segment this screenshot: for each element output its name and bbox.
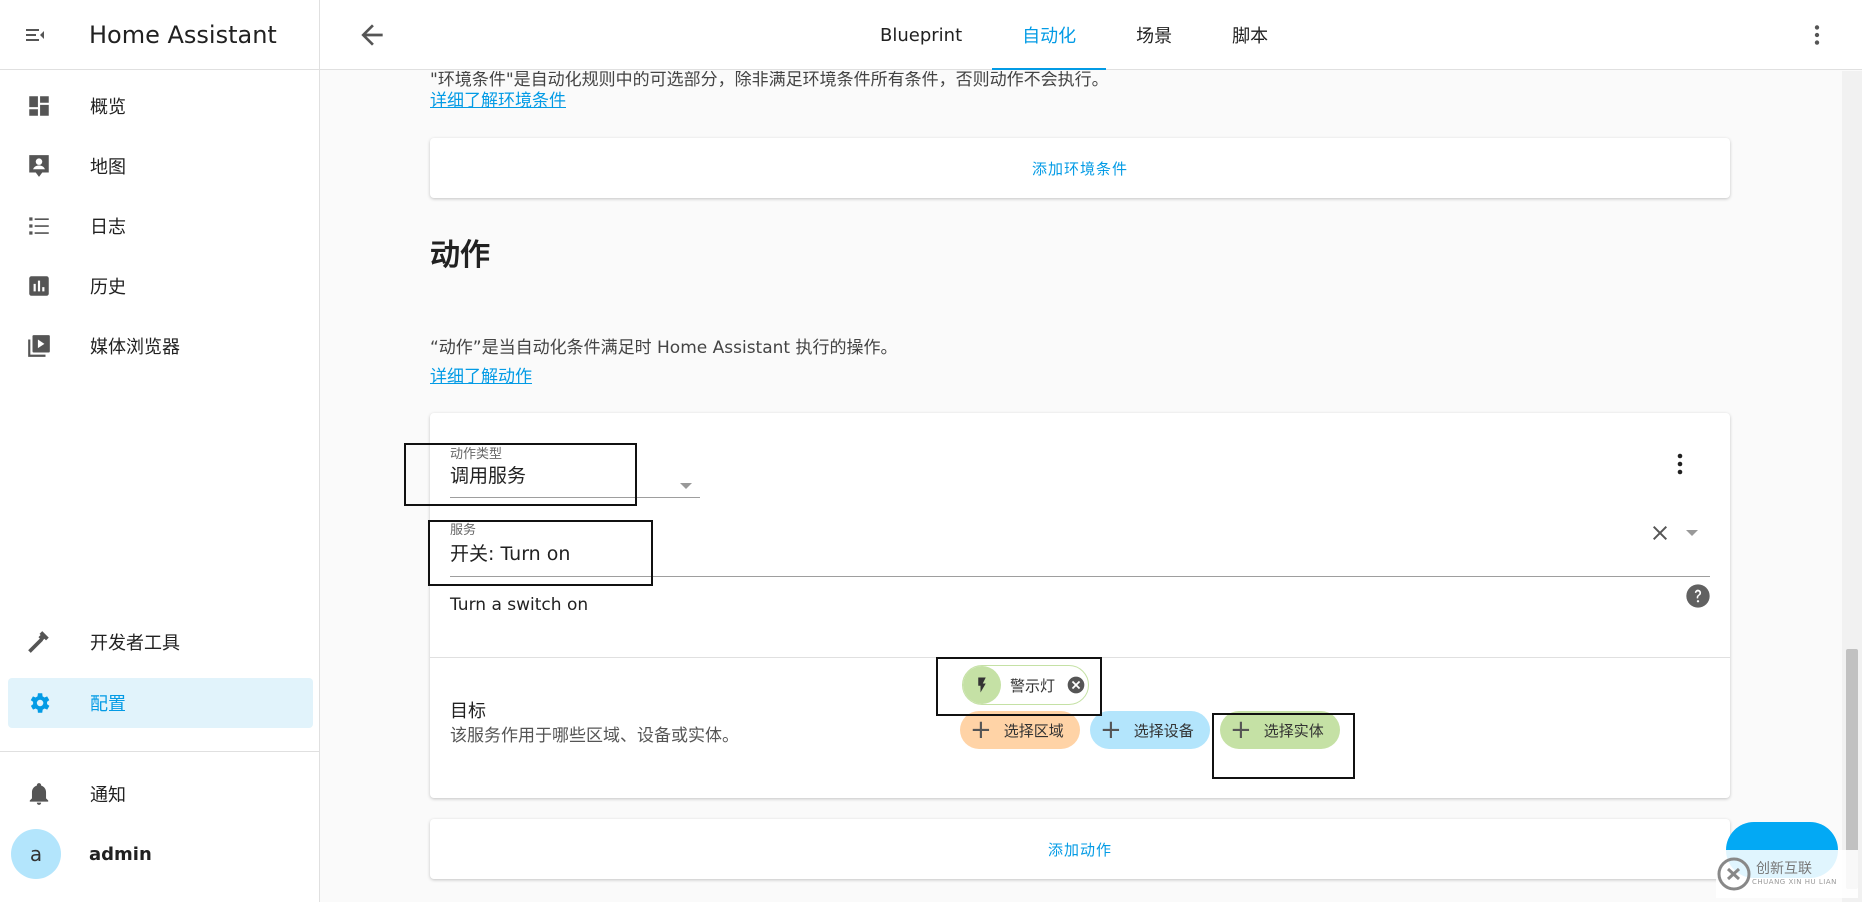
- app-title: Home Assistant: [89, 20, 277, 49]
- sidebar-header: Home Assistant: [0, 0, 319, 70]
- menu-toggle-button[interactable]: [0, 0, 70, 70]
- tab-script[interactable]: 脚本: [1202, 0, 1298, 70]
- sidebar-item-label: 日志: [90, 217, 126, 238]
- actions-section-title: 动作: [430, 238, 490, 273]
- conditions-learn-more-link[interactable]: 详细了解环境条件: [430, 86, 566, 111]
- dashboard-icon: [8, 93, 62, 119]
- sidebar-user[interactable]: a admin: [8, 829, 313, 879]
- pick-area-button[interactable]: + 选择区域: [960, 711, 1080, 749]
- sidebar-item-label: 概览: [90, 97, 126, 118]
- pick-device-button[interactable]: + 选择设备: [1090, 711, 1210, 749]
- help-button[interactable]: [1684, 582, 1712, 610]
- arrow-left-icon: [361, 24, 383, 46]
- bell-icon: [8, 781, 62, 807]
- highlight-box-selected-entity: [936, 657, 1102, 716]
- sidebar-item-label: 配置: [90, 694, 126, 715]
- close-icon: [1653, 526, 1667, 540]
- tab-automation[interactable]: 自动化: [992, 0, 1107, 70]
- sidebar-item-developer-tools[interactable]: 开发者工具: [8, 617, 313, 667]
- tab-blueprint[interactable]: Blueprint: [850, 0, 992, 70]
- highlight-box-pick-entity: [1212, 713, 1355, 779]
- service-description: Turn a switch on: [450, 595, 589, 615]
- sidebar-item-label: 历史: [90, 277, 126, 298]
- format-list-icon: [8, 213, 62, 239]
- config-tabs: Blueprint 自动化 场景 脚本: [850, 0, 1298, 70]
- sidebar-item-notifications[interactable]: 通知: [8, 769, 313, 819]
- overflow-menu-button[interactable]: [1804, 22, 1830, 48]
- sidebar-item-overview[interactable]: 概览: [8, 81, 313, 131]
- chart-box-icon: [8, 273, 62, 299]
- sidebar: Home Assistant 概览 地图 日志 历史 媒体浏览器 开发者工具 配…: [0, 0, 320, 902]
- automation-editor: "环境条件"是自动化规则中的可选部分，除非满足环境条件所有条件，否则动作不会执行…: [320, 71, 1842, 902]
- sidebar-item-logbook[interactable]: 日志: [8, 201, 313, 251]
- highlight-box-service: [428, 520, 653, 586]
- help-circle-icon: [1686, 584, 1710, 608]
- sidebar-item-label: 开发者工具: [90, 633, 180, 654]
- action-menu-button[interactable]: [1670, 451, 1690, 477]
- add-condition-button[interactable]: 添加环境条件: [430, 138, 1730, 198]
- pick-device-label: 选择设备: [1133, 721, 1194, 740]
- add-action-button[interactable]: 添加动作: [430, 819, 1730, 879]
- watermark-logo-icon: [1717, 857, 1751, 891]
- map-account-icon: [8, 153, 62, 179]
- sidebar-divider: [0, 751, 320, 752]
- play-box-multiple-icon: [8, 333, 62, 359]
- plus-icon: +: [1100, 715, 1122, 745]
- sidebar-item-map[interactable]: 地图: [8, 141, 313, 191]
- sidebar-item-label: 媒体浏览器: [90, 337, 180, 358]
- watermark: 创新互联 CHUANG XIN HU LIAN: [1716, 850, 1858, 898]
- sidebar-item-label: 通知: [90, 785, 126, 806]
- watermark-subtext: CHUANG XIN HU LIAN: [1752, 877, 1837, 886]
- target-title: 目标: [450, 701, 486, 722]
- action-type-dropdown-icon[interactable]: [680, 483, 692, 489]
- tab-scene[interactable]: 场景: [1106, 0, 1202, 70]
- hammer-icon: [8, 629, 62, 655]
- clear-service-button[interactable]: [1648, 521, 1672, 545]
- actions-learn-more-link[interactable]: 详细了解动作: [430, 362, 532, 387]
- pick-area-label: 选择区域: [1003, 721, 1064, 740]
- page-scrollbar[interactable]: [1842, 71, 1862, 902]
- actions-description: “动作”是当自动化条件满足时 Home Assistant 执行的操作。: [430, 338, 898, 358]
- sidebar-item-config[interactable]: 配置: [8, 678, 313, 728]
- dots-vertical-icon: [1677, 453, 1683, 475]
- plus-icon: +: [970, 715, 992, 745]
- sidebar-item-label: 地图: [90, 157, 126, 178]
- avatar: a: [11, 829, 61, 879]
- watermark-text: 创新互联: [1756, 861, 1812, 878]
- menu-open-icon: [26, 28, 44, 41]
- sidebar-item-history[interactable]: 历史: [8, 261, 313, 311]
- dots-vertical-icon: [1814, 25, 1820, 45]
- sidebar-item-media-browser[interactable]: 媒体浏览器: [8, 321, 313, 371]
- service-dropdown-icon[interactable]: [1686, 530, 1698, 536]
- action-card: 动作类型 调用服务 服务 开关: Turn on Turn a switch o…: [404, 413, 1730, 798]
- back-button[interactable]: [356, 19, 388, 51]
- cog-icon: [8, 690, 62, 716]
- user-name: admin: [89, 843, 152, 865]
- target-description: 该服务作用于哪些区域、设备或实体。: [450, 726, 739, 746]
- highlight-box-action-type: [404, 443, 637, 506]
- top-app-bar: Blueprint 自动化 场景 脚本: [320, 0, 1862, 70]
